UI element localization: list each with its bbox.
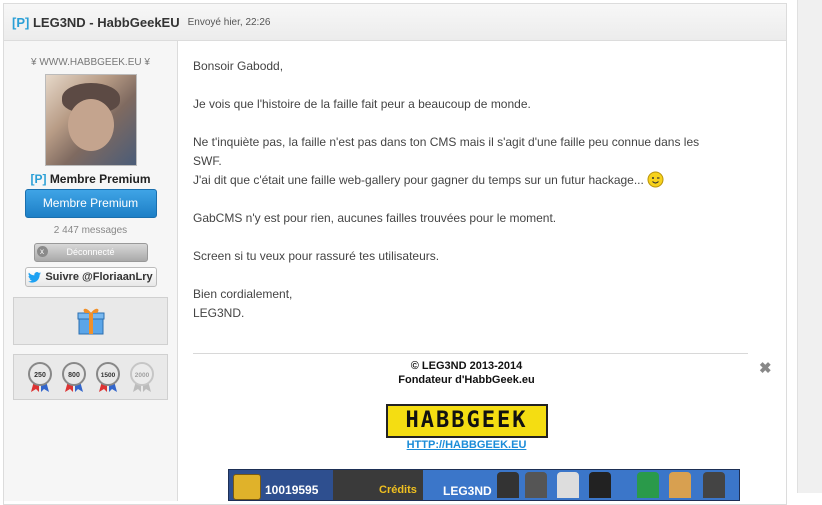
banner-brand: LEG3ND	[443, 484, 492, 498]
message-paragraph: GabCMS n'y est pour rien, aucunes faille…	[193, 211, 557, 225]
badge-sprite-icon	[557, 472, 579, 498]
close-signature-icon[interactable]: ✖	[759, 359, 772, 377]
medal-icon: 2000	[129, 362, 154, 392]
message-count: 2 447 messages	[53, 225, 128, 236]
avatar-sprite-icon	[703, 472, 725, 498]
signature-banner[interactable]: 10019595 Crédits LEG3ND	[228, 469, 740, 501]
avatar[interactable]	[44, 74, 137, 166]
message-paragraph: Screen si tu veux pour rassuré tes utili…	[193, 249, 440, 263]
message-paragraph: Ne t'inquiète pas, la faille n'est pas d…	[193, 135, 700, 149]
avatar-sprite-icon	[497, 472, 519, 498]
message-signoff: LEG3ND.	[193, 306, 245, 320]
credits-value: 10019595	[265, 483, 319, 497]
twitter-follow-button[interactable]: Suivre @FloriaanLry	[24, 267, 157, 287]
medal-icon: 1500	[95, 362, 120, 392]
signature: © LEG3ND 2013-2014 Fondateur d'HabbGeek.…	[189, 359, 744, 452]
svg-text:2000: 2000	[134, 372, 149, 379]
signature-link[interactable]: HTTP://HABBGEEK.EU	[407, 439, 527, 451]
post-content: Bonsoir Gabodd, Je vois que l'histoire d…	[193, 41, 748, 323]
svg-text:800: 800	[68, 372, 80, 379]
medal-icon: 800	[61, 362, 86, 392]
gift-icon	[77, 308, 104, 335]
offline-icon: x	[36, 246, 48, 257]
author-name[interactable]: [P] LEG3ND - HabbGeekEU	[12, 15, 180, 30]
credits-coin-icon	[233, 474, 261, 500]
badge-sprite-icon	[637, 472, 659, 498]
svg-text:250: 250	[34, 372, 46, 379]
message-paragraph: Je vois que l'histoire de la faille fait…	[193, 97, 531, 111]
avatar-sprite-icon	[525, 472, 547, 498]
post-header: [P] LEG3ND - HabbGeekEU Envoyé hier, 22:…	[4, 4, 786, 41]
avatar-sprite-icon	[589, 472, 611, 498]
habbgeek-logo[interactable]: HABBGEEK	[385, 404, 548, 438]
message-greeting: Bonsoir Gabodd,	[193, 59, 284, 73]
message-paragraph: J'ai dit que c'était une faille web-gall…	[193, 171, 748, 190]
author-site: ¥ WWW.HABBGEEK.EU ¥	[31, 57, 150, 68]
status-badge: x Déconnecté	[33, 243, 148, 262]
signature-divider	[193, 353, 748, 354]
wink-smiley-icon	[647, 171, 664, 188]
author-sidebar: ¥ WWW.HABBGEEK.EU ¥ [P] Membre Premium M…	[4, 41, 178, 501]
scrollbar[interactable]	[797, 0, 822, 493]
signature-role: Fondateur d'HabbGeek.eu	[398, 374, 535, 386]
signature-copyright: © LEG3ND 2013-2014	[410, 360, 523, 372]
message-paragraph: SWF.	[193, 154, 222, 168]
svg-text:1500: 1500	[100, 372, 115, 379]
avatar-sprite-icon	[669, 472, 691, 498]
rank-title: [P] Membre Premium	[30, 172, 151, 186]
medals-box: 250 800 1500 2000	[13, 354, 168, 400]
rank-button[interactable]: Membre Premium	[24, 189, 157, 218]
gift-box[interactable]	[13, 297, 168, 345]
post-date: Envoyé hier, 22:26	[187, 16, 271, 28]
twitter-bird-icon	[28, 271, 42, 283]
credits-label: Crédits	[379, 484, 417, 496]
message-closing: Bien cordialement,	[193, 287, 293, 301]
medal-icon: 250	[27, 362, 52, 392]
